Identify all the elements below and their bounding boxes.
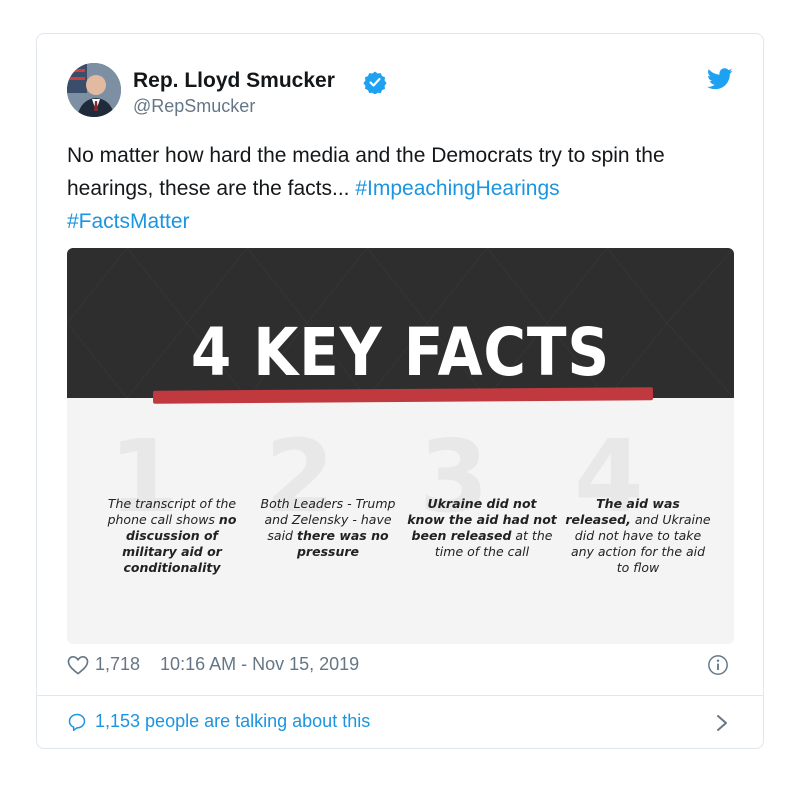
talking-count[interactable]: 1,153 people are talking about this [95, 711, 370, 732]
info-icon[interactable] [707, 654, 729, 676]
tweet-image[interactable]: 4 KEY FACTS 1 2 3 4 The transcript of th… [67, 248, 734, 644]
tweet-text: No matter how hard the media and the Dem… [67, 139, 739, 238]
timestamp[interactable]: 10:16 AM - Nov 15, 2019 [160, 654, 359, 675]
twitter-bird-icon[interactable] [707, 68, 733, 90]
fact-1-pre: The transcript of the phone call shows [107, 496, 237, 527]
conversation-link[interactable]: 1,153 people are talking about this [67, 711, 370, 732]
hashtag-factsmatter[interactable]: #FactsMatter [67, 210, 190, 233]
tweet-meta: 1,718 10:16 AM - Nov 15, 2019 [67, 654, 359, 675]
fact-4: The aid was released, and Ukraine did no… [563, 496, 713, 576]
like-count[interactable]: 1,718 [95, 654, 140, 675]
divider [37, 695, 763, 696]
author-name[interactable]: Rep. Lloyd Smucker [133, 69, 335, 93]
comment-bubble-icon [68, 713, 86, 731]
heart-icon[interactable] [67, 655, 89, 675]
chevron-right-icon[interactable] [715, 714, 729, 732]
image-title: 4 KEY FACTS [190, 314, 611, 391]
fact-2: Both Leaders - Trump and Zelensky - have… [253, 496, 403, 560]
tweet-card: Rep. Lloyd Smucker @RepSmucker No matter… [36, 33, 764, 749]
fact-1: The transcript of the phone call shows n… [97, 496, 247, 576]
fact-3: Ukraine did not know the aid had not bee… [407, 496, 557, 560]
verified-badge-icon [363, 71, 387, 94]
fact-2-bold: there was no pressure [296, 528, 389, 559]
author-handle[interactable]: @RepSmucker [133, 96, 255, 117]
avatar[interactable] [67, 63, 121, 117]
hashtag-impeachinghearings[interactable]: #ImpeachingHearings [355, 177, 559, 200]
